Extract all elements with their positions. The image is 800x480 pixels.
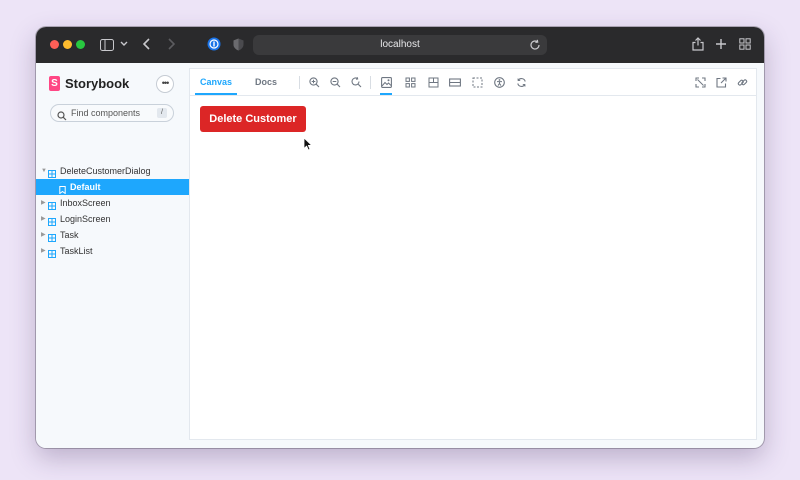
tree-item-loginscreen[interactable]: ▶ LoginScreen xyxy=(36,211,189,227)
preview-toolbar: Canvas Docs xyxy=(190,69,756,96)
minimize-window-button[interactable] xyxy=(63,40,72,49)
tree-item-label: Default xyxy=(70,182,101,192)
fullscreen-icon[interactable] xyxy=(694,76,706,88)
share-icon[interactable] xyxy=(691,36,705,52)
tree-item-label: LoginScreen xyxy=(60,214,111,224)
zoom-out-icon[interactable] xyxy=(329,76,341,88)
tree-item-tasklist[interactable]: ▶ TaskList xyxy=(36,243,189,259)
close-window-button[interactable] xyxy=(50,40,59,49)
zoom-reset-icon[interactable] xyxy=(350,76,362,88)
search-shortcut-key: / xyxy=(157,108,167,118)
tree-item-label: Task xyxy=(60,230,79,240)
open-new-tab-icon[interactable] xyxy=(715,76,727,88)
search-placeholder: Find components xyxy=(71,108,141,118)
toolbar-divider xyxy=(299,76,300,89)
tree-item-deletecustomerdialog[interactable]: ▼ DeleteCustomerDialog xyxy=(36,163,189,179)
back-icon[interactable] xyxy=(142,37,152,51)
remount-icon[interactable] xyxy=(515,76,527,88)
copy-link-icon[interactable] xyxy=(736,76,748,88)
privacy-shield-icon[interactable] xyxy=(232,37,244,51)
component-icon xyxy=(48,247,56,263)
tree-item-label: TaskList xyxy=(60,246,93,256)
address-bar[interactable]: localhost xyxy=(253,35,547,55)
viewport-icon[interactable] xyxy=(449,76,461,88)
component-tree: ▼ DeleteCustomerDialog Default ▶ InboxSc… xyxy=(36,163,189,259)
tab-canvas[interactable]: Canvas xyxy=(195,69,237,95)
chevron-right-icon: ▶ xyxy=(41,200,46,206)
search-input[interactable]: Find components / xyxy=(50,104,174,122)
delete-customer-button[interactable]: Delete Customer xyxy=(200,106,306,132)
accessibility-icon[interactable] xyxy=(493,76,505,88)
url-text: localhost xyxy=(380,39,420,50)
tree-item-label: InboxScreen xyxy=(60,198,111,208)
chevron-down-icon[interactable] xyxy=(120,40,128,48)
sidebar-toggle-icon[interactable] xyxy=(100,38,114,52)
storybook-logo-mark: S xyxy=(49,76,60,91)
storybook-sidebar: S Storybook ••• Find components / ▼ Dele… xyxy=(36,63,189,448)
storybook-brand-name: Storybook xyxy=(65,76,130,91)
tab-overview-icon[interactable] xyxy=(738,37,752,51)
chevron-right-icon: ▶ xyxy=(41,232,46,238)
tree-item-task[interactable]: ▶ Task xyxy=(36,227,189,243)
chevron-right-icon: ▶ xyxy=(41,248,46,254)
browser-window: localhost S Storybook ••• Find component… xyxy=(36,27,764,448)
tree-item-inboxscreen[interactable]: ▶ InboxScreen xyxy=(36,195,189,211)
background-icon[interactable] xyxy=(380,76,392,95)
tree-item-label: DeleteCustomerDialog xyxy=(60,166,151,176)
toolbar-divider xyxy=(370,76,371,89)
forward-icon[interactable] xyxy=(166,37,176,51)
storybook-logo[interactable]: S Storybook xyxy=(49,76,129,91)
reload-icon[interactable] xyxy=(529,38,541,56)
tab-docs[interactable]: Docs xyxy=(248,69,284,95)
chevron-down-icon: ▼ xyxy=(41,168,47,174)
preview-panel: Canvas Docs Delete Customer xyxy=(189,68,757,440)
password-manager-icon[interactable] xyxy=(207,37,221,51)
outline-icon[interactable] xyxy=(471,76,483,88)
new-tab-icon[interactable] xyxy=(714,37,728,51)
measure-icon[interactable] xyxy=(427,76,439,88)
mouse-cursor-icon xyxy=(303,137,313,151)
zoom-window-button[interactable] xyxy=(76,40,85,49)
more-options-icon[interactable]: ••• xyxy=(156,75,174,93)
grid-icon[interactable] xyxy=(404,76,416,88)
zoom-in-icon[interactable] xyxy=(308,76,320,88)
tree-item-default-story[interactable]: Default xyxy=(36,179,189,195)
search-icon xyxy=(57,108,67,126)
chevron-right-icon: ▶ xyxy=(41,216,46,222)
browser-titlebar: localhost xyxy=(36,27,764,63)
